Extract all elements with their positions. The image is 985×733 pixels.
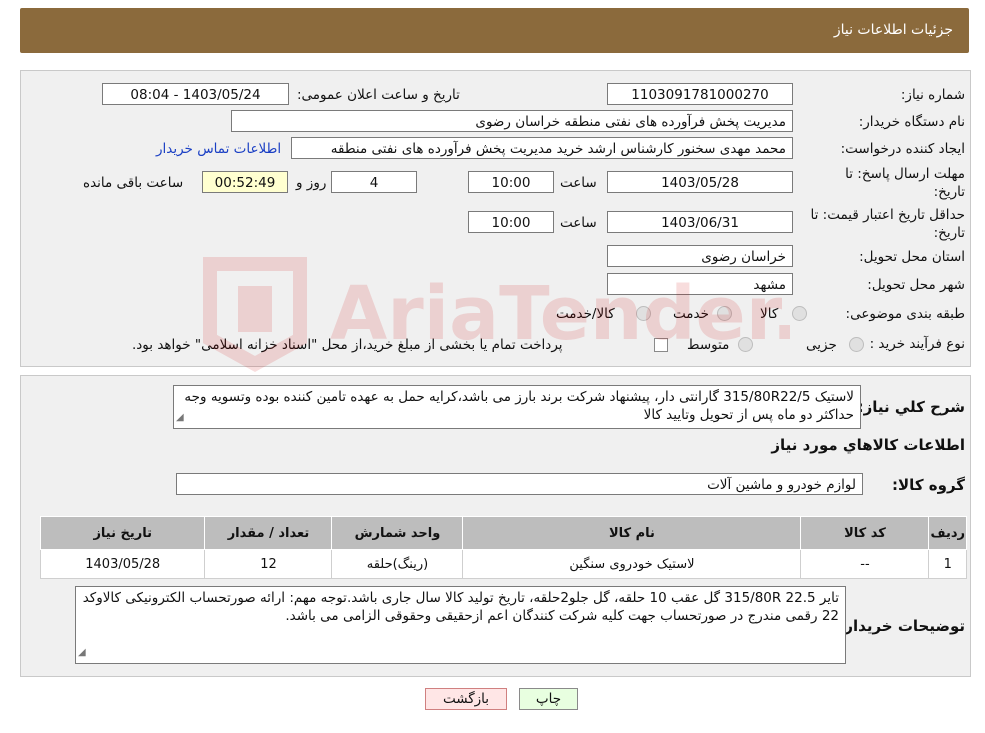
remaining-label: ساعت باقی مانده: [83, 175, 184, 191]
goods-group-field[interactable]: لوازم خودرو و ماشین آلات: [176, 473, 863, 495]
announce-datetime-field[interactable]: 1403/05/24 - 08:04: [102, 83, 289, 105]
col-code: کد کالا: [800, 516, 930, 550]
buyer-org-label: نام دستگاه خریدار:: [858, 114, 965, 130]
deadline-time-label: ساعت: [560, 175, 597, 191]
deadline-label: مهلت ارسال پاسخ: تا: [845, 166, 965, 182]
cell-row: 1: [928, 549, 967, 579]
deadline-time-field[interactable]: 10:00: [468, 171, 554, 193]
back-button[interactable]: بازگشت: [425, 688, 507, 710]
description-text: لاستیک 315/80R22/5 گارانتی دار، پیشنهاد …: [184, 389, 854, 423]
cell-need-date: 1403/05/28: [39, 549, 206, 579]
payment-note: پرداخت تمام یا بخشی از مبلغ خرید،از محل …: [132, 337, 563, 353]
validity-label-2: تاریخ:: [933, 225, 965, 241]
buyer-notes-textarea[interactable]: تایر 315/80R 22.5 گل عقب 10 حلقه، گل جلو…: [75, 586, 846, 664]
resize-grip-icon: ◢: [176, 412, 184, 423]
table-header-row: ردیف کد کالا نام کالا واحد شمارش تعداد /…: [39, 516, 967, 550]
validity-label: حداقل تاریخ اعتبار قیمت: تا: [810, 207, 965, 223]
requester-field[interactable]: محمد مهدی سخنور کارشناس ارشد خرید مدیریت…: [291, 137, 793, 159]
cell-unit: (رینگ)حلقه: [331, 549, 464, 579]
buyer-notes-text: تایر 315/80R 22.5 گل عقب 10 حلقه، گل جلو…: [82, 590, 839, 624]
city-field[interactable]: مشهد: [607, 273, 793, 295]
radio-medium-label: متوسط: [687, 337, 730, 353]
days-label: روز و: [296, 175, 327, 191]
goods-table: ردیف کد کالا نام کالا واحد شمارش تعداد /…: [39, 516, 967, 579]
radio-goods-service[interactable]: [636, 306, 651, 321]
announce-label: تاریخ و ساعت اعلان عمومی:: [297, 87, 460, 103]
need-number-field[interactable]: 1103091781000270: [607, 83, 793, 105]
page-header: جزئیات اطلاعات نیاز: [20, 8, 969, 53]
col-unit: واحد شمارش: [331, 516, 464, 550]
page-title: جزئیات اطلاعات نیاز: [833, 22, 953, 38]
radio-goods-service-label: کالا/خدمت: [556, 306, 615, 322]
radio-service[interactable]: [717, 306, 732, 321]
radio-minor-label: جزیی: [806, 337, 837, 353]
cell-code: --: [800, 549, 930, 579]
need-number-label: شماره نیاز:: [900, 87, 965, 103]
radio-medium[interactable]: [738, 337, 753, 352]
days-remaining-field[interactable]: 4: [331, 171, 417, 193]
col-need-date: تاریخ نیاز: [39, 516, 206, 550]
process-type-label: نوع فرآیند خرید :: [869, 336, 965, 352]
buyer-contact-link[interactable]: اطلاعات تماس خریدار: [156, 141, 281, 157]
table-row[interactable]: 1 -- لاستیک خودروی سنگین (رینگ)حلقه 12 1…: [39, 549, 967, 579]
deadline-label-2: تاریخ:: [933, 184, 965, 200]
buyer-notes-label: توضیحات خریدار:: [838, 617, 965, 635]
resize-grip-icon: ◢: [78, 647, 86, 658]
col-quantity: تعداد / مقدار: [204, 516, 333, 550]
goods-group-label: گروه کالا:: [892, 476, 965, 494]
province-field[interactable]: خراسان رضوی: [607, 245, 793, 267]
description-textarea[interactable]: لاستیک 315/80R22/5 گارانتی دار، پیشنهاد …: [173, 385, 861, 429]
radio-goods[interactable]: [792, 306, 807, 321]
validity-date-field[interactable]: 1403/06/31: [607, 211, 793, 233]
requester-label: ایجاد کننده درخواست:: [840, 141, 965, 157]
buyer-org-field[interactable]: مدیریت پخش فرآورده های نفتی منطقه خراسان…: [231, 110, 793, 132]
treasury-checkbox[interactable]: [654, 338, 668, 352]
radio-service-label: خدمت: [673, 306, 709, 322]
cell-quantity: 12: [204, 549, 333, 579]
goods-section-title: اطلاعات كالاهاي مورد نياز: [771, 436, 965, 454]
province-label: استان محل تحویل:: [859, 249, 965, 265]
radio-goods-label: کالا: [760, 306, 779, 322]
col-name: نام کالا: [462, 516, 802, 550]
category-label: طبقه بندی موضوعی:: [845, 306, 965, 322]
validity-time-field[interactable]: 10:00: [468, 211, 554, 233]
description-label: شرح كلي نياز:: [857, 398, 965, 416]
print-button[interactable]: چاپ: [519, 688, 578, 710]
radio-minor[interactable]: [849, 337, 864, 352]
city-label: شهر محل تحویل:: [867, 277, 965, 293]
validity-time-label: ساعت: [560, 215, 597, 231]
col-row: ردیف: [928, 516, 967, 550]
deadline-date-field[interactable]: 1403/05/28: [607, 171, 793, 193]
cell-name: لاستیک خودروی سنگین: [462, 549, 802, 579]
remaining-time-field[interactable]: 00:52:49: [202, 171, 288, 193]
